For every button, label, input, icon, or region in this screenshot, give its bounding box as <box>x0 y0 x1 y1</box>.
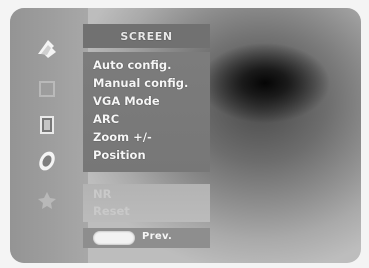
secondary-menu-list: NR Reset <box>83 184 210 222</box>
menu-item-auto-config[interactable]: Auto config. <box>93 58 208 72</box>
sound-menu-icon[interactable] <box>34 112 60 138</box>
prev-label: Prev. <box>142 231 173 242</box>
picture-menu-icon[interactable] <box>34 76 60 102</box>
menu-item-manual-config[interactable]: Manual config. <box>93 76 208 90</box>
time-menu-icon[interactable] <box>34 148 60 174</box>
menu-item-nr[interactable]: NR <box>93 187 208 201</box>
screen-menu-title: SCREEN <box>83 24 210 48</box>
prev-bar: Prev. <box>83 228 210 248</box>
menu-item-position[interactable]: Position <box>93 148 208 162</box>
menu-item-reset[interactable]: Reset <box>93 204 208 218</box>
screen-menu-list: Auto config. Manual config. VGA Mode ARC… <box>83 52 210 172</box>
menu-item-zoom[interactable]: Zoom +/- <box>93 130 208 144</box>
prev-button[interactable] <box>93 231 135 245</box>
menu-item-arc[interactable]: ARC <box>93 112 208 126</box>
menu-item-vga-mode[interactable]: VGA Mode <box>93 94 208 108</box>
special-menu-icon[interactable] <box>34 188 60 214</box>
screen-menu-icon[interactable] <box>34 36 60 62</box>
osd-screen: SCREEN Auto config. Manual config. VGA M… <box>10 8 361 263</box>
